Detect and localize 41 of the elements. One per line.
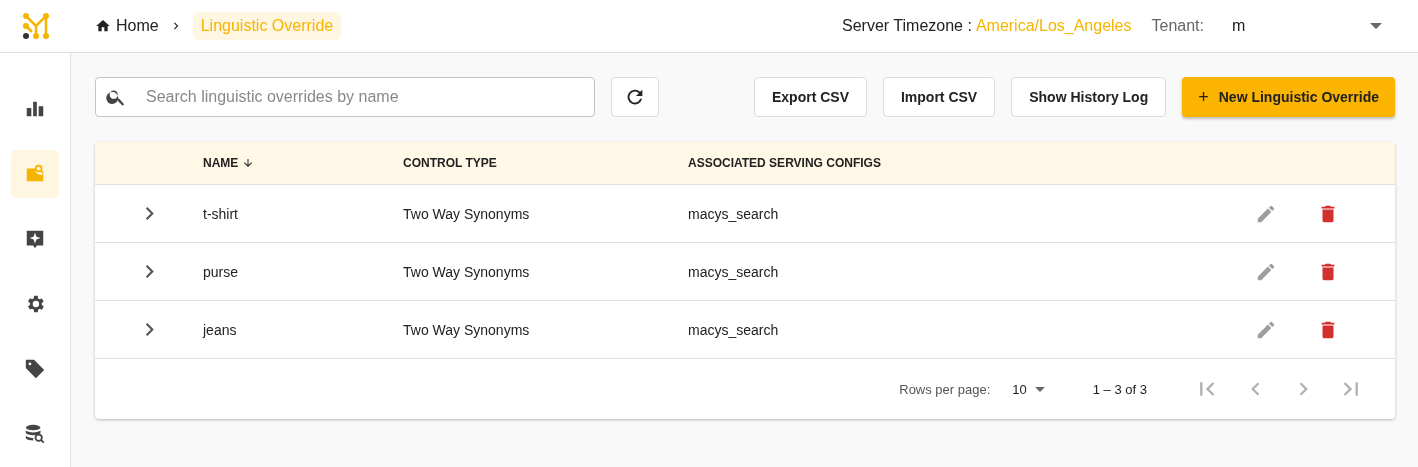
table-cell: macys_search <box>688 263 779 280</box>
column-header: CONTROL TYPE <box>403 156 497 170</box>
table-cell: macys_search <box>688 205 779 222</box>
toolbar-button[interactable]: Show History Log <box>1011 77 1167 117</box>
expand-chevron-icon[interactable] <box>143 322 155 337</box>
database-icon <box>24 423 46 445</box>
toolbar-button[interactable]: Export CSV <box>753 77 867 117</box>
last-page-icon <box>1343 381 1359 397</box>
first-page-icon <box>1199 381 1215 397</box>
rows-per-page-select[interactable]: 10 <box>1012 381 1045 397</box>
table-cell: Two Way Synonyms <box>403 205 530 222</box>
page-range: 1 – 3 of 3 <box>1092 381 1147 397</box>
new-override-button[interactable]: + New Linguistic Override <box>1182 77 1395 117</box>
timezone-label: Server Timezone : <box>842 17 972 35</box>
column-header[interactable]: NAME <box>203 156 239 170</box>
table-cell: jeans <box>203 321 237 338</box>
home-link[interactable]: Home <box>95 17 159 35</box>
sparkle-icon <box>24 228 46 250</box>
tenant-select[interactable]: m <box>1232 17 1382 35</box>
column-header: ASSOCIATED SERVING CONFIGS <box>688 156 881 170</box>
search-field[interactable]: Search linguistic overrides by name <box>95 77 595 117</box>
rows-per-page-label: Rows per page: <box>899 381 991 397</box>
next-page-icon <box>1297 381 1309 397</box>
table-cell: macys_search <box>688 321 779 338</box>
timezone-value: America/Los_Angeles <box>975 17 1132 35</box>
toolbar-button[interactable]: Import CSV <box>883 77 996 117</box>
logo-icon <box>21 12 50 40</box>
tag-icon <box>24 358 46 380</box>
prev-page-icon <box>1249 381 1261 397</box>
home-icon <box>95 18 111 34</box>
table-cell: Two Way Synonyms <box>403 263 530 280</box>
sort-down-icon[interactable] <box>242 157 255 169</box>
table-cell: purse <box>203 263 239 280</box>
expand-chevron-icon[interactable] <box>143 264 155 279</box>
tenant-label: Tenant: <box>1151 17 1204 35</box>
refresh-button[interactable] <box>611 77 659 117</box>
table-cell: t-shirt <box>203 205 238 222</box>
dropdown-arrow-icon <box>1370 23 1382 29</box>
table-cell: Two Way Synonyms <box>403 321 530 338</box>
dropdown-arrow-icon <box>1034 386 1045 392</box>
expand-chevron-icon[interactable] <box>143 206 155 221</box>
